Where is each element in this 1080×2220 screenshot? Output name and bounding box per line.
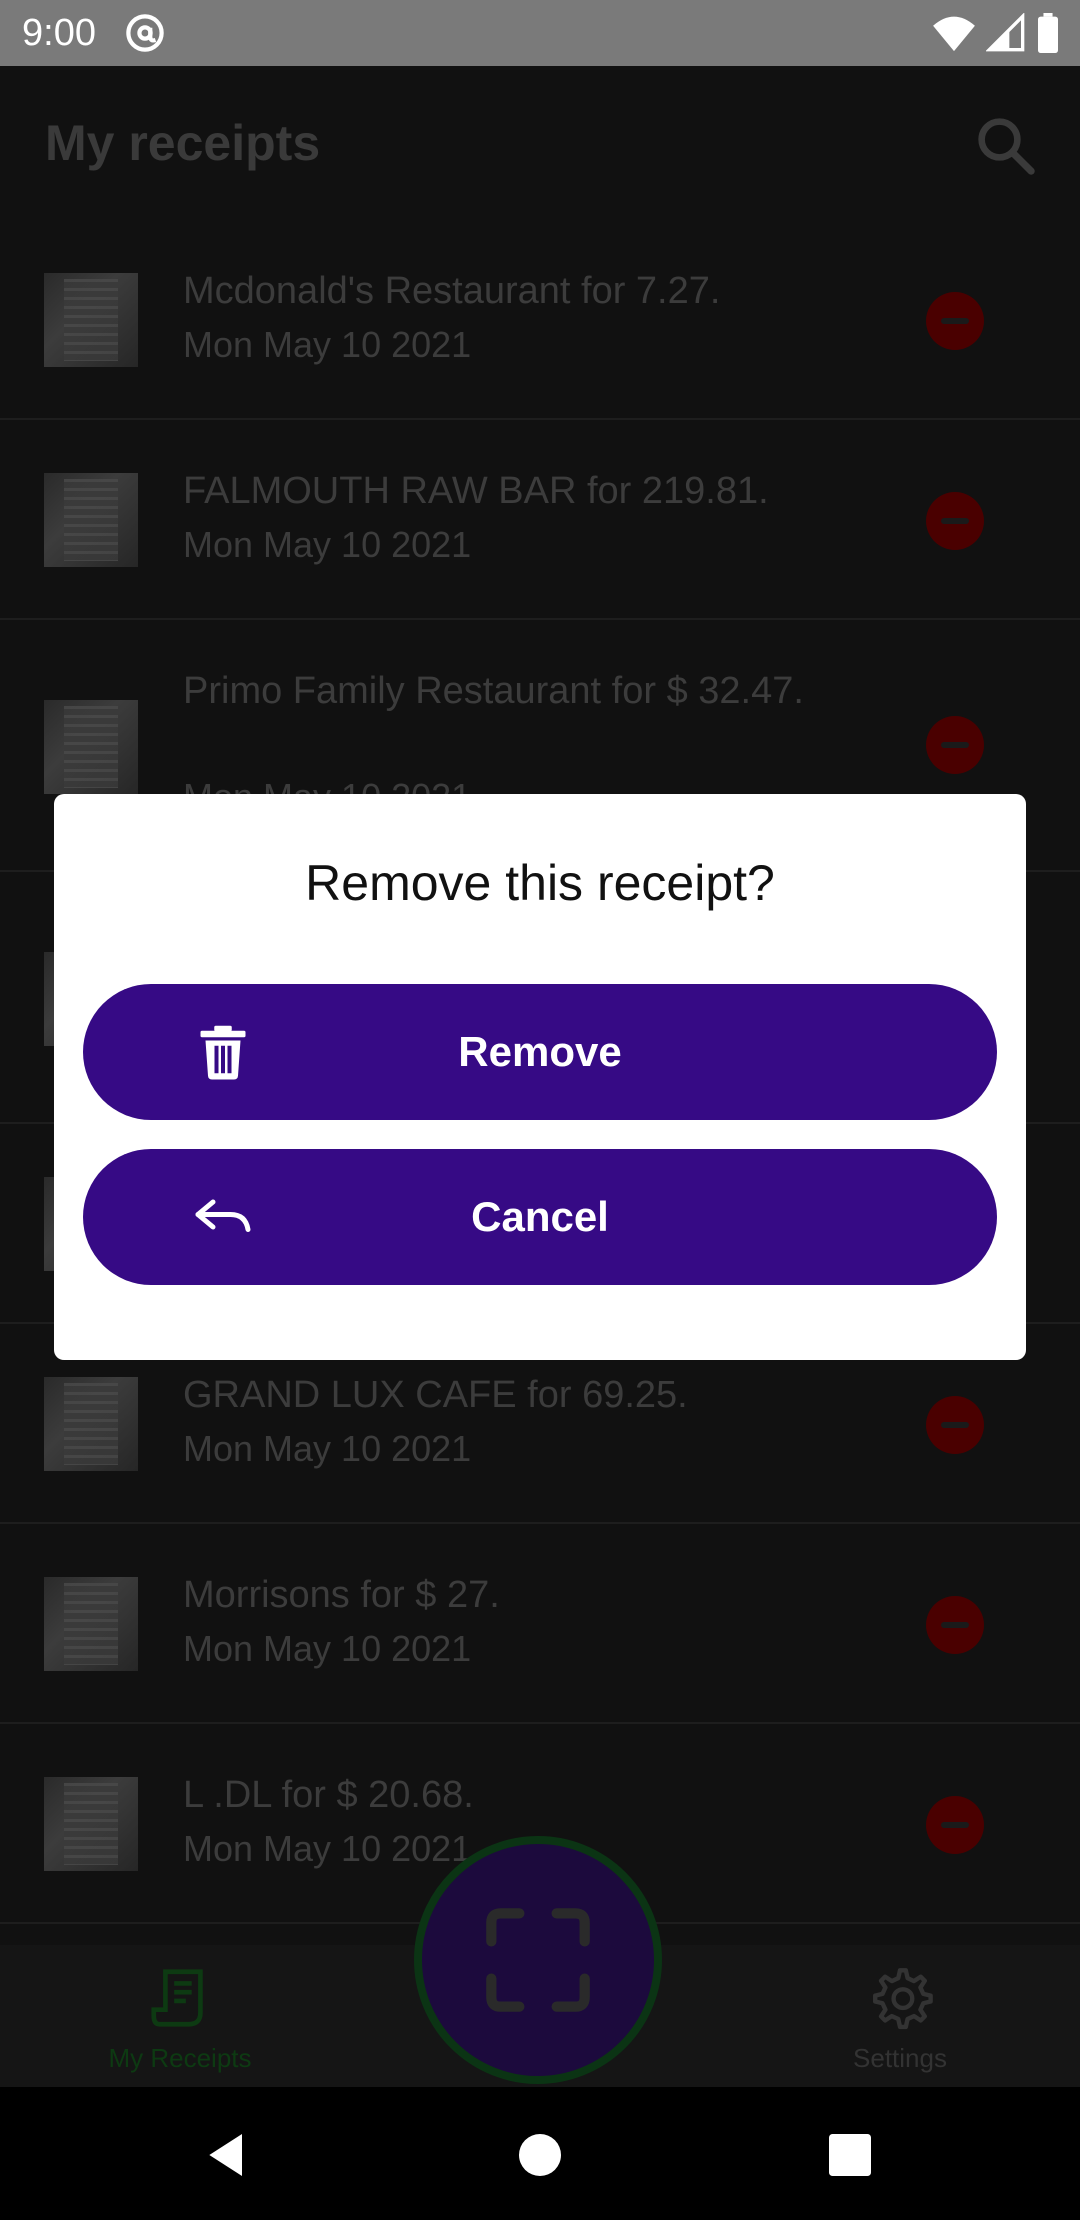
- screen: 9:00 My receipts Mcdonald's Restaurant f…: [0, 0, 1080, 2220]
- recents-icon[interactable]: [822, 2127, 878, 2183]
- cancel-button[interactable]: Cancel: [83, 1149, 997, 1285]
- remove-receipt-dialog: Remove this receipt? Remove Cancel: [54, 794, 1026, 1360]
- system-navigation-bar: [0, 2087, 1080, 2220]
- remove-button-label: Remove: [458, 1028, 622, 1075]
- cancel-button-label: Cancel: [471, 1193, 609, 1240]
- dialog-title: Remove this receipt?: [305, 855, 775, 911]
- back-icon[interactable]: [200, 2127, 256, 2183]
- remove-button[interactable]: Remove: [83, 984, 997, 1120]
- home-icon[interactable]: [512, 2127, 568, 2183]
